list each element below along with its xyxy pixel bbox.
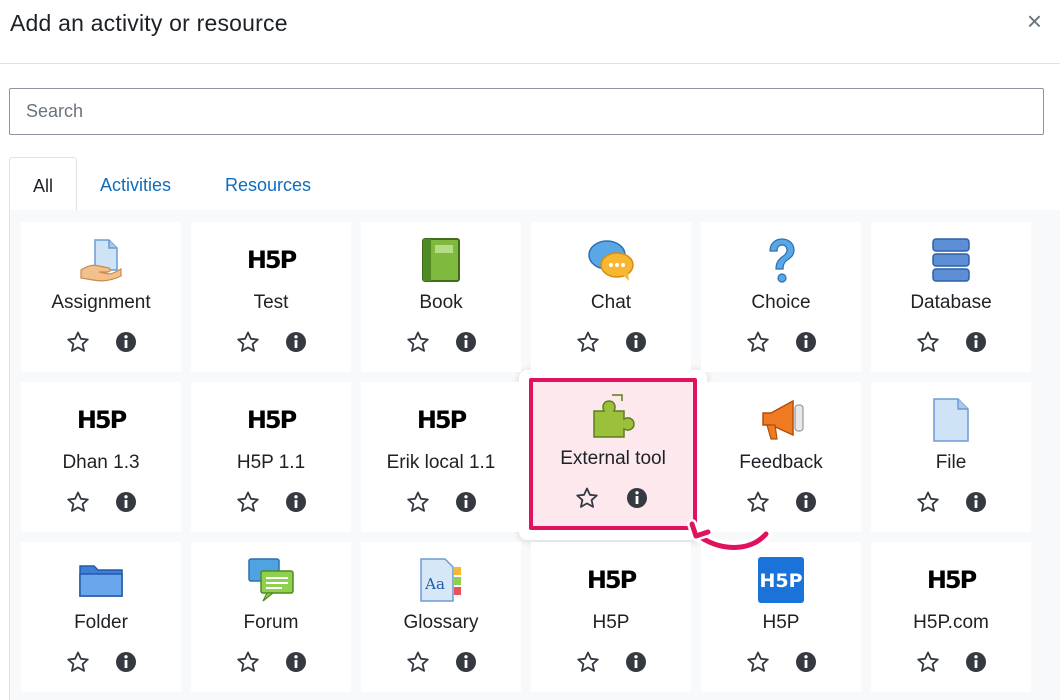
- info-icon[interactable]: [964, 330, 988, 354]
- star-icon[interactable]: [236, 650, 260, 674]
- activity-card[interactable]: H5P H5P: [531, 542, 691, 692]
- star-icon[interactable]: [916, 650, 940, 674]
- dialog-header: Add an activity or resource ×: [0, 0, 1060, 64]
- activity-card[interactable]: Assignment: [21, 222, 181, 372]
- tab-bar: All Activities Resources: [9, 157, 1060, 212]
- info-icon[interactable]: [454, 330, 478, 354]
- info-icon[interactable]: [284, 650, 308, 674]
- tab-all[interactable]: All: [9, 157, 77, 212]
- activity-label: H5P: [762, 612, 800, 633]
- activity-label: File: [935, 452, 967, 473]
- puzzle-icon: [533, 392, 693, 440]
- info-icon[interactable]: [624, 330, 648, 354]
- activity-label: H5P: [592, 612, 630, 633]
- search-input[interactable]: [9, 88, 1044, 135]
- star-icon[interactable]: [916, 490, 940, 514]
- activity-label: Forum: [243, 612, 299, 633]
- close-icon[interactable]: ×: [1027, 8, 1042, 34]
- info-icon[interactable]: [964, 490, 988, 514]
- info-icon[interactable]: [454, 650, 478, 674]
- activity-label: Chat: [590, 292, 632, 313]
- h5p-icon: H5P: [76, 406, 127, 434]
- activity-label: Test: [253, 292, 289, 313]
- pointer-arrow-icon: [687, 519, 772, 554]
- activity-label: H5P.com: [913, 612, 989, 633]
- star-icon[interactable]: [916, 330, 940, 354]
- star-icon[interactable]: [66, 490, 90, 514]
- activity-label: Glossary: [403, 612, 479, 633]
- activity-label: H5P 1.1: [236, 452, 306, 473]
- activity-card[interactable]: Aa Glossary: [361, 542, 521, 692]
- forum-icon: [191, 556, 351, 604]
- activity-card[interactable]: Book: [361, 222, 521, 372]
- activity-card[interactable]: Forum: [191, 542, 351, 692]
- h5p-icon: H5P: [586, 566, 637, 594]
- chat-icon: [531, 236, 691, 284]
- activity-label: Database: [910, 292, 992, 313]
- star-icon[interactable]: [746, 650, 770, 674]
- star-icon[interactable]: [406, 330, 430, 354]
- megaphone-icon: [701, 396, 861, 444]
- star-icon[interactable]: [576, 330, 600, 354]
- database-icon: [871, 236, 1031, 284]
- activity-card[interactable]: Folder: [21, 542, 181, 692]
- svg-text:Aa: Aa: [424, 575, 445, 593]
- svg-text:H5P: H5P: [759, 570, 802, 592]
- activity-label: External tool: [560, 448, 666, 469]
- h5p-icon: H5P: [926, 566, 977, 594]
- star-icon[interactable]: [406, 650, 430, 674]
- activity-label: Feedback: [739, 452, 823, 473]
- tab-activities[interactable]: Activities: [100, 157, 171, 211]
- activity-card[interactable]: Chat: [531, 222, 691, 372]
- info-icon[interactable]: [114, 490, 138, 514]
- info-icon[interactable]: [114, 330, 138, 354]
- activity-card[interactable]: Choice: [701, 222, 861, 372]
- info-icon[interactable]: [794, 650, 818, 674]
- star-icon[interactable]: [576, 650, 600, 674]
- activity-card[interactable]: H5P Erik local 1.1: [361, 382, 521, 532]
- star-icon[interactable]: [236, 490, 260, 514]
- star-icon[interactable]: [406, 490, 430, 514]
- info-icon[interactable]: [114, 650, 138, 674]
- tab-resources[interactable]: Resources: [225, 157, 311, 211]
- star-icon[interactable]: [66, 330, 90, 354]
- info-icon[interactable]: [794, 330, 818, 354]
- h5p-icon: H5P: [416, 406, 467, 434]
- dialog-title: Add an activity or resource: [10, 10, 288, 36]
- choice-icon: [701, 236, 861, 284]
- book-icon: [361, 236, 521, 284]
- activity-label: Erik local 1.1: [386, 452, 496, 473]
- star-icon[interactable]: [575, 486, 599, 510]
- activity-label: Dhan 1.3: [62, 452, 140, 473]
- info-icon[interactable]: [625, 486, 649, 510]
- activity-card[interactable]: H5P H5P.com: [871, 542, 1031, 692]
- assignment-icon: [21, 236, 181, 284]
- info-icon[interactable]: [284, 490, 308, 514]
- file-icon: [871, 396, 1031, 444]
- activity-card[interactable]: H5P Dhan 1.3: [21, 382, 181, 532]
- activity-label: Assignment: [51, 292, 151, 313]
- glossary-icon: Aa: [361, 556, 521, 604]
- h5p-icon: H5P: [246, 406, 297, 434]
- activity-card[interactable]: H5P H5P 1.1: [191, 382, 351, 532]
- activity-card[interactable]: H5P Test: [191, 222, 351, 372]
- activity-card[interactable]: External tool: [529, 378, 697, 530]
- info-icon[interactable]: [454, 490, 478, 514]
- h5p-icon: H5P: [246, 246, 297, 274]
- activity-card[interactable]: Database: [871, 222, 1031, 372]
- activity-label: Book: [419, 292, 463, 313]
- star-icon[interactable]: [746, 330, 770, 354]
- star-icon[interactable]: [66, 650, 90, 674]
- activity-label: Choice: [751, 292, 811, 313]
- activity-label: Folder: [74, 612, 128, 633]
- info-icon[interactable]: [794, 490, 818, 514]
- info-icon[interactable]: [284, 330, 308, 354]
- folder-icon: [21, 556, 181, 604]
- star-icon[interactable]: [236, 330, 260, 354]
- info-icon[interactable]: [624, 650, 648, 674]
- activity-card[interactable]: File: [871, 382, 1031, 532]
- info-icon[interactable]: [964, 650, 988, 674]
